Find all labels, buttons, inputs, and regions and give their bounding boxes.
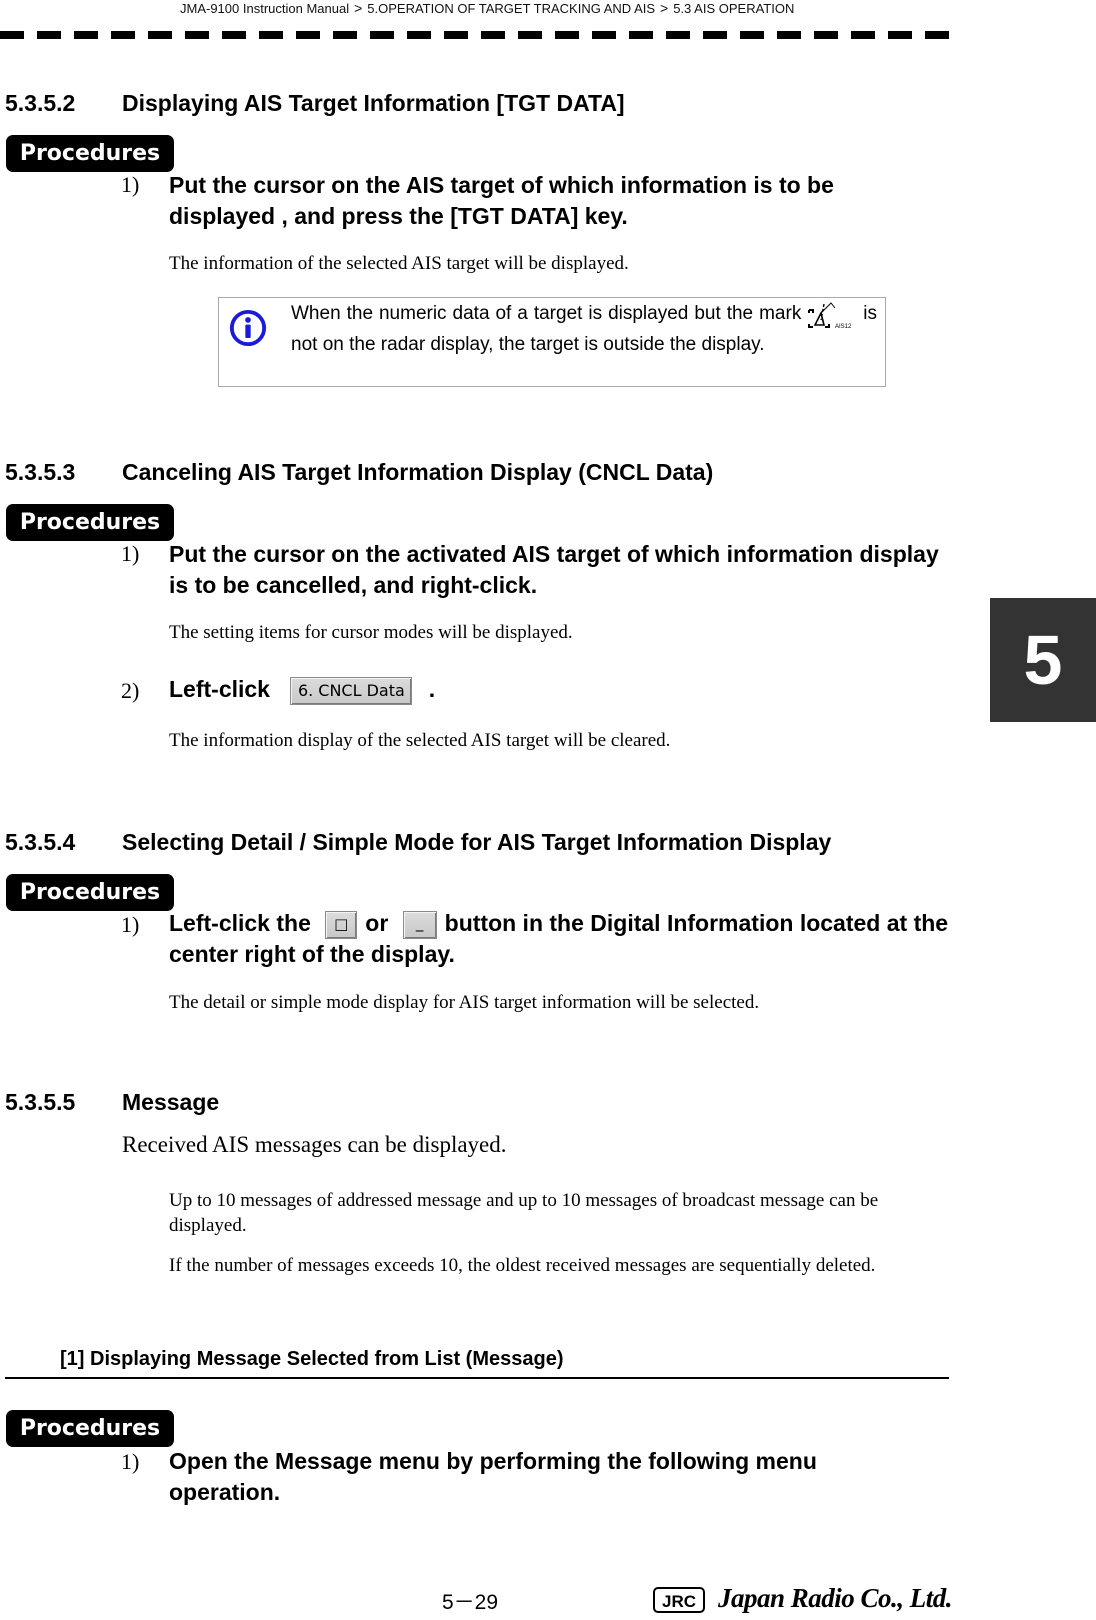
header-dashed-divider [0,31,952,39]
detail-mode-button[interactable]: □ [325,910,358,939]
paragraph: Up to 10 messages of addressed message a… [169,1190,879,1236]
step-result: The setting items for cursor modes will … [169,622,573,643]
step-number: 1) [121,912,140,937]
step-result: The information display of the selected … [169,730,671,751]
step-instruction-text: Left-click [169,676,270,702]
step-number: 1) [121,172,140,197]
breadcrumb-separator: > [660,0,669,16]
step-instruction: Put the cursor on the AIS target of whic… [169,172,834,229]
step-instruction: Put the cursor on the activated AIS targ… [169,541,939,598]
procedures-badge: Procedures [6,1410,174,1447]
step-number: 1) [121,1449,140,1474]
simple-mode-button[interactable]: _ [402,910,437,939]
step-text-mid: or [365,910,389,936]
note-text-before: When the numeric data of a target is dis… [291,303,802,324]
procedures-badge: Procedures [6,504,174,541]
section-title: Selecting Detail / Simple Mode for AIS T… [122,829,832,855]
breadcrumb: JMA-9100 Instruction Manual >5.OPERATION … [0,0,1096,16]
section-number: 5.3.5.5 [5,1089,76,1115]
step-number: 1) [121,541,140,566]
breadcrumb-manual[interactable]: JMA-9100 Instruction Manual [180,1,349,16]
chapter-tab[interactable]: 5 [990,598,1096,722]
step-result: The information of the selected AIS targ… [169,253,629,274]
section-heading: 5.3.5.4 Selecting Detail / Simple Mode f… [0,829,960,859]
section-number: 5.3.5.2 [5,90,76,116]
procedures-badge: Procedures [6,135,174,172]
cncl-data-button[interactable]: 6. CNCL Data [290,676,413,705]
paragraph: If the number of messages exceeds 10, th… [169,1255,876,1276]
breadcrumb-chapter[interactable]: 5.OPERATION OF TARGET TRACKING AND AIS [367,1,655,16]
subsection-heading: [1] Displaying Message Selected from Lis… [60,1348,564,1370]
section-number: 5.3.5.3 [5,459,76,485]
section-title: Displaying AIS Target Information [TGT D… [122,90,625,116]
step-instruction: Left-click 6. CNCL Data . [169,674,949,705]
step-suffix: . [428,676,436,702]
breadcrumb-section[interactable]: 5.3 AIS OPERATION [673,1,794,16]
section-intro: Received AIS messages can be displayed. [122,1132,507,1157]
ais-target-mark-icon: AIS12 [807,300,857,330]
info-icon [229,309,267,347]
breadcrumb-separator: > [354,0,363,16]
subsection-divider [5,1377,949,1379]
section-title: Message [122,1089,220,1115]
section-title: Canceling AIS Target Information Display… [122,459,714,485]
svg-text:AIS12: AIS12 [835,324,852,330]
company-name: Japan Radio Co., Ltd. [718,1583,953,1613]
step-instruction: Open the Message menu by performing the … [169,1448,817,1505]
step-text-before: Left-click the [169,910,311,936]
step-result: The detail or simple mode display for AI… [169,992,760,1013]
section-number: 5.3.5.4 [5,829,76,855]
section-heading: 5.3.5.3 Canceling AIS Target Information… [0,459,960,489]
section-heading: 5.3.5.5 Message [0,1089,960,1119]
step-number: 2) [121,678,140,703]
section-heading: 5.3.5.2 Displaying AIS Target Informatio… [0,90,960,120]
procedures-badge: Procedures [6,874,174,911]
jrc-logo: JRC [653,1587,705,1613]
page-number: 5－29 [442,1591,499,1614]
info-note: When the numeric data of a target is dis… [218,297,886,387]
step-instruction: Left-click the □ or _ button in the Digita… [169,908,959,970]
note-text: When the numeric data of a target is dis… [291,298,877,360]
